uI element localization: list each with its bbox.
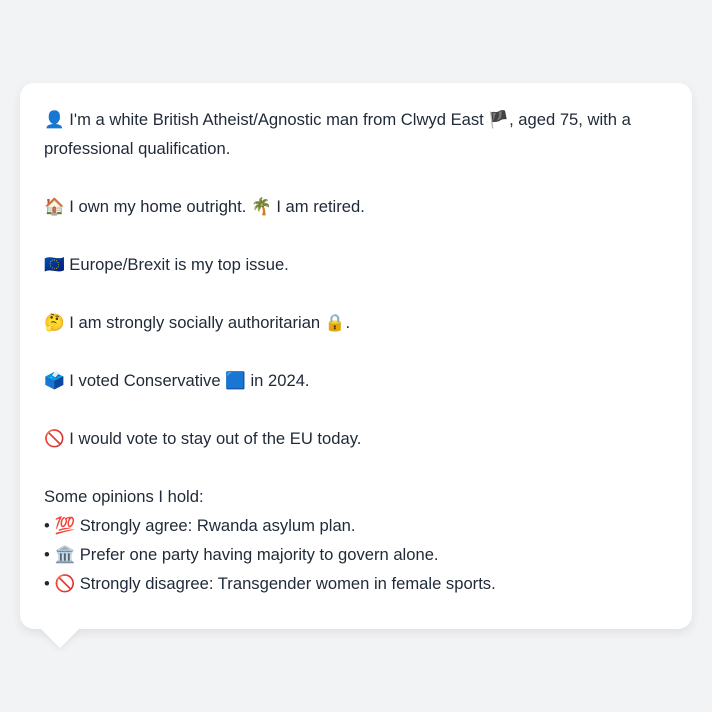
opinions-list: • 💯 Strongly agree: Rwanda asylum plan. … xyxy=(44,511,668,598)
bullet: • xyxy=(44,574,50,593)
classical-building-icon: 🏛️ xyxy=(54,545,76,564)
vote-paragraph: 🗳️ I voted Conservative 🟦 in 2024. xyxy=(44,366,668,395)
list-item: • 💯 Strongly agree: Rwanda asylum plan. xyxy=(44,511,668,540)
hundred-points-icon: 💯 xyxy=(54,516,76,535)
wales-flag-icon: 🏴 xyxy=(488,110,510,129)
person-silhouette-icon: 👤 xyxy=(44,110,65,129)
list-item: • 🏛️ Prefer one party having majority to… xyxy=(44,540,668,569)
opinion-text: Prefer one party having majority to gove… xyxy=(79,545,439,564)
blue-square-icon: 🟦 xyxy=(225,371,246,390)
ballot-box-icon: 🗳️ xyxy=(44,371,65,390)
issue-paragraph: 🇪🇺 Europe/Brexit is my top issue. xyxy=(44,250,668,279)
retired-text: I am retired. xyxy=(276,197,365,216)
issue-text: Europe/Brexit is my top issue. xyxy=(69,255,289,274)
vote-text: I voted Conservative xyxy=(69,371,221,390)
palm-tree-icon: 🌴 xyxy=(251,197,272,216)
lock-icon: 🔒 xyxy=(324,313,346,332)
social-paragraph: 🤔 I am strongly socially authoritarian 🔒… xyxy=(44,308,668,337)
prohibited-icon: 🚫 xyxy=(44,429,65,448)
speech-bubble-tail xyxy=(40,628,80,648)
opinions-heading: Some opinions I hold: xyxy=(44,487,204,506)
eu-vote-text: I would vote to stay out of the EU today… xyxy=(69,429,362,448)
persona-card: 👤 I'm a white British Atheist/Agnostic m… xyxy=(20,83,692,629)
bullet: • xyxy=(44,516,50,535)
eu-flag-icon: 🇪🇺 xyxy=(44,255,65,274)
vote-text-2: in 2024. xyxy=(250,371,310,390)
thinking-face-icon: 🤔 xyxy=(44,313,65,332)
identity-paragraph: 👤 I'm a white British Atheist/Agnostic m… xyxy=(44,105,668,163)
home-paragraph: 🏠 I own my home outright. 🌴 I am retired… xyxy=(44,192,668,221)
bullet: • xyxy=(44,545,50,564)
home-text: I own my home outright. xyxy=(69,197,247,216)
prohibited-icon: 🚫 xyxy=(54,574,76,593)
social-text-2: . xyxy=(345,313,351,332)
opinion-text: Strongly disagree: Transgender women in … xyxy=(79,574,496,593)
identity-text: I'm a white British Atheist/Agnostic man… xyxy=(69,110,484,129)
opinion-text: Strongly agree: Rwanda asylum plan. xyxy=(79,516,356,535)
house-icon: 🏠 xyxy=(44,197,65,216)
social-text: I am strongly socially authoritarian xyxy=(69,313,321,332)
list-item: • 🚫 Strongly disagree: Transgender women… xyxy=(44,569,668,598)
eu-vote-paragraph: 🚫 I would vote to stay out of the EU tod… xyxy=(44,424,668,453)
